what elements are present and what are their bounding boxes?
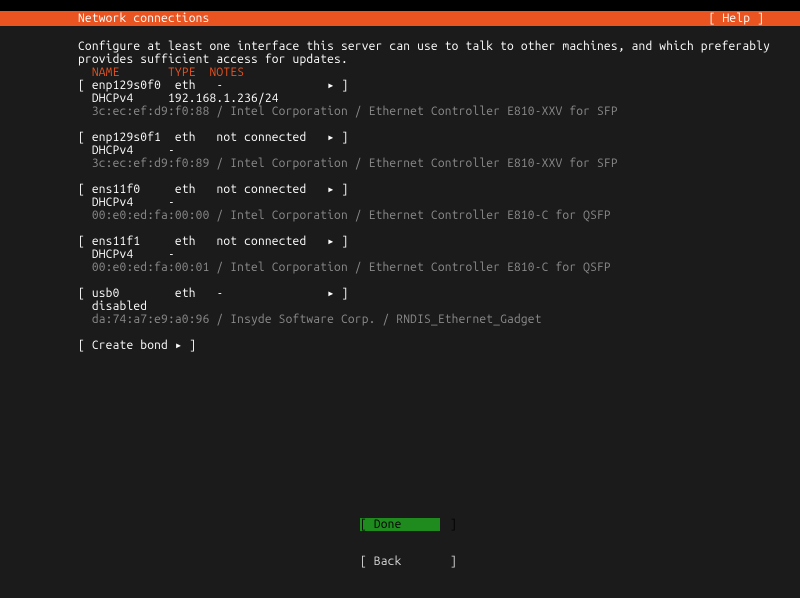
iface-row-ens11f0[interactable]: [ ens11f0 eth not connected ▸ ] (78, 183, 764, 196)
iface-status: disabled (78, 300, 764, 313)
iface-status: DHCPv4 - (78, 196, 764, 209)
iface-hw: da:74:a7:e9:a0:96 / Insyde Software Corp… (78, 313, 764, 326)
iface-hw: 3c:ec:ef:d9:f0:88 / Intel Corporation / … (78, 105, 764, 118)
page-title: Network connections (78, 12, 209, 25)
iface-hw: 00:e0:ed:fa:00:00 / Intel Corporation / … (78, 209, 764, 222)
chevron-right-icon: ▸ (327, 183, 334, 196)
intro-line-2: provides sufficient access for updates. (78, 53, 764, 66)
iface-row-enp129s0f1[interactable]: [ enp129s0f1 eth not connected ▸ ] (78, 131, 764, 144)
iface-hw: 3c:ec:ef:d9:f0:89 / Intel Corporation / … (78, 157, 764, 170)
create-bond-button[interactable]: [ Create bond ▸ ] (78, 339, 764, 352)
iface-row-usb0[interactable]: [ usb0 eth - ▸ ] (78, 287, 764, 300)
header-bar: Network connections [ Help ] (0, 11, 800, 26)
iface-row-enp129s0f0[interactable]: [ enp129s0f0 eth - ▸ ] (78, 79, 764, 92)
iface-row-ens11f1[interactable]: [ ens11f1 eth not connected ▸ ] (78, 235, 764, 248)
chevron-right-icon: ▸ (327, 235, 334, 248)
intro-line-1: Configure at least one interface this se… (78, 40, 764, 53)
iface-status: DHCPv4 192.168.1.236/24 (78, 92, 764, 105)
done-button[interactable]: [ Done ] (360, 518, 440, 531)
back-button[interactable]: [ Back ] (360, 555, 440, 568)
iface-status: DHCPv4 - (78, 248, 764, 261)
column-headers: NAME TYPE NOTES (78, 66, 764, 79)
chevron-right-icon: ▸ (327, 79, 334, 92)
chevron-right-icon: ▸ (327, 131, 334, 144)
iface-hw: 00:e0:ed:fa:00:01 / Intel Corporation / … (78, 261, 764, 274)
iface-status: DHCPv4 - (78, 144, 764, 157)
help-button[interactable]: [ Help ] (709, 12, 764, 25)
chevron-right-icon: ▸ (327, 287, 334, 300)
